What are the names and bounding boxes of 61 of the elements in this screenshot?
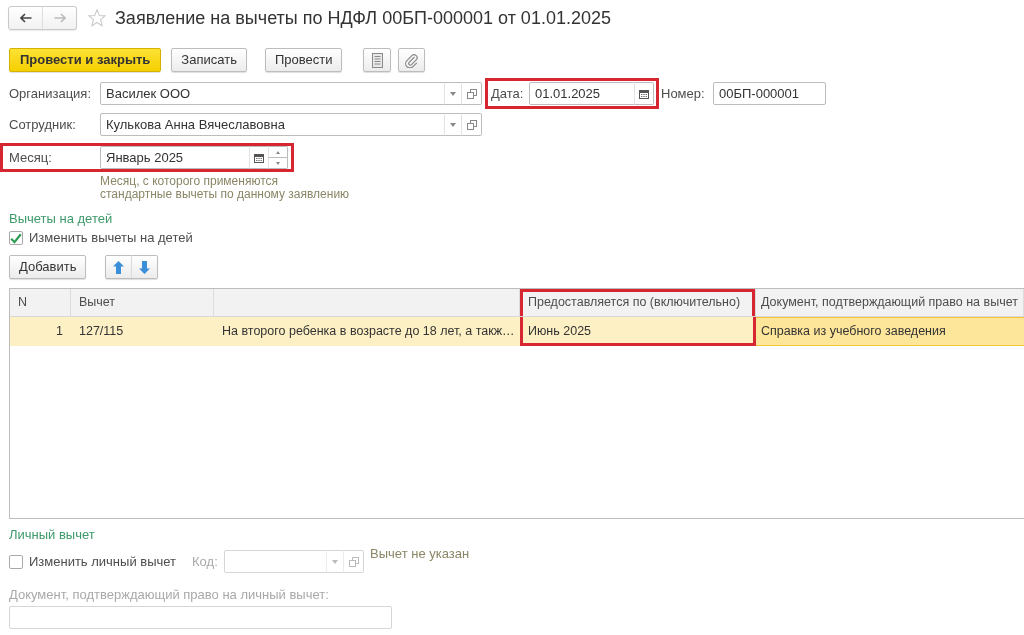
checkbox[interactable]	[9, 554, 23, 569]
table-cell: Июнь 2025	[520, 317, 756, 346]
checkbox-label[interactable]: Изменить личный вычет	[29, 551, 177, 572]
back-button[interactable]	[8, 6, 43, 30]
column-header[interactable]: Вычет	[71, 289, 214, 316]
calendar-icon	[639, 88, 649, 99]
field-label: Месяц:	[9, 148, 53, 167]
organization-field[interactable]: Василек ООО	[100, 82, 445, 105]
section-title: Личный вычет	[9, 527, 95, 543]
table-row[interactable]: 1 127/115 На второго ребенка в возрасте до 18 лет, а такж… Июнь 2025 Справка из учебного заведения	[10, 317, 1024, 346]
checkmark-icon	[10, 232, 22, 244]
caret-down-icon	[450, 122, 456, 127]
field-label: Сотрудник:	[9, 115, 77, 134]
caret-down-icon	[332, 559, 339, 564]
calendar-icon	[254, 152, 264, 163]
field-label: Дата:	[491, 84, 525, 103]
table-cell-text: 1	[55, 323, 64, 340]
section-title: Вычеты на детей	[9, 211, 113, 227]
up-arrow-icon	[113, 260, 125, 274]
paperclip-icon	[405, 52, 419, 68]
status-text: Вычет не указан	[370, 546, 470, 562]
checkbox-label[interactable]: Изменить вычеты на детей	[29, 228, 193, 248]
field-label: Номер:	[661, 84, 706, 103]
overlapping-squares-icon	[348, 556, 359, 567]
toolbar-button[interactable]: Записать	[171, 48, 247, 72]
field-label: Документ, подтверждающий право на личный вычет:	[9, 587, 329, 603]
number-field[interactable]: 00БП-000001	[713, 82, 826, 105]
add-button[interactable]: Добавить	[9, 255, 87, 279]
caret-down-icon	[450, 91, 456, 96]
table-cell: Справка из учебного заведения	[756, 317, 1024, 346]
table-cell-text: 127/115	[78, 323, 125, 340]
column-header[interactable]: N	[10, 289, 71, 316]
date-field[interactable]: 01.01.2025	[529, 82, 635, 105]
checkbox[interactable]	[9, 231, 23, 245]
employee-field[interactable]: Кулькова Анна Вячеславовна	[100, 113, 445, 136]
field-label: Организация:	[9, 84, 93, 103]
primary-button[interactable]: Провести и закрыть	[9, 48, 162, 72]
open-button[interactable]	[461, 82, 482, 105]
list-button[interactable]	[363, 48, 392, 72]
open-button[interactable]	[461, 113, 482, 136]
move-down-button[interactable]	[131, 255, 159, 279]
down-arrow-icon	[139, 260, 151, 274]
caret-down-icon	[276, 161, 280, 165]
month-field[interactable]: Январь 2025	[100, 146, 250, 169]
window-title: Заявление на вычеты по НДФЛ 00БП-000001 от 01.01.2025	[115, 7, 611, 30]
table-cell-text: На второго ребенка в возрасте до 18 лет, а такж…	[221, 323, 516, 340]
column-header[interactable]: Документ, подтверждающий право на вычет	[756, 289, 1024, 316]
left-arrow-icon	[19, 13, 32, 23]
toolbar-button[interactable]: Провести	[264, 48, 343, 72]
document-lines-icon	[371, 52, 383, 68]
right-arrow-icon	[53, 13, 66, 23]
caret-up-icon	[276, 150, 280, 154]
calendar-button[interactable]	[249, 146, 269, 169]
calendar-button[interactable]	[634, 82, 654, 105]
column-header[interactable]: Предоставляется по (включительно)	[520, 289, 756, 316]
overlapping-squares-icon	[466, 88, 477, 99]
move-up-button[interactable]	[105, 255, 133, 279]
field-label: Код:	[192, 552, 219, 571]
hint-text: Месяц, с которого применяются стандартные вычеты по данному заявлению	[100, 175, 350, 201]
attach-button[interactable]	[398, 48, 426, 72]
overlapping-squares-icon	[466, 119, 477, 130]
